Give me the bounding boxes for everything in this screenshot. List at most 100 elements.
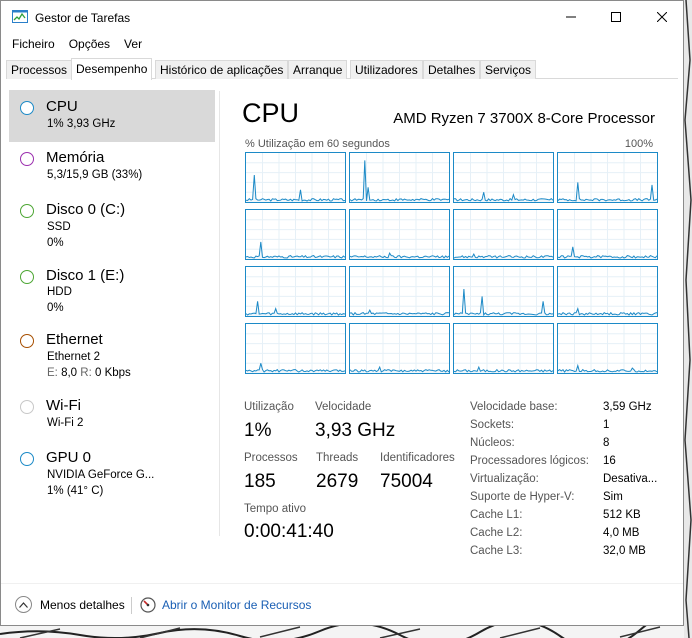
gpu-indicator-icon bbox=[20, 452, 34, 466]
sidebar-item-title: Disco 0 (C:) bbox=[46, 201, 126, 218]
sidebar-item-sub: Ethernet 2 bbox=[47, 351, 101, 363]
sidebar-item-disk1[interactable]: Disco 1 (E:) HDD 0% bbox=[9, 256, 215, 322]
resource-monitor-label: Abrir o Monitor de Recursos bbox=[162, 598, 312, 612]
sidebar-item-title: CPU bbox=[46, 98, 78, 115]
sidebar-item-sub: NVIDIA GeForce G... bbox=[47, 469, 155, 481]
tab-startup[interactable]: Arranque bbox=[288, 60, 348, 79]
menu-file[interactable]: Ficheiro bbox=[5, 34, 62, 54]
sidebar-item-sub: SSD bbox=[47, 221, 71, 233]
uptime-label: Tempo ativo bbox=[244, 503, 307, 515]
logical-processor-graph bbox=[245, 209, 346, 260]
sidebar-item-sub2: 0% bbox=[47, 302, 64, 314]
utilization-label: Utilização bbox=[244, 401, 294, 413]
sidebar-item-title: Memória bbox=[46, 149, 105, 166]
spec-label: Cache L2: bbox=[470, 527, 523, 539]
logical-processor-graph bbox=[557, 209, 658, 260]
footer-divider bbox=[1, 583, 683, 584]
spec-value: Desativa... bbox=[603, 473, 658, 485]
spec-label: Velocidade base: bbox=[470, 401, 558, 413]
spec-value: 512 KB bbox=[603, 509, 641, 521]
task-manager-window: Gestor de Tarefas Ficheiro Opções Ver Pr… bbox=[0, 0, 684, 626]
spec-label: Cache L3: bbox=[470, 545, 523, 557]
spec-label: Núcleos: bbox=[470, 437, 515, 449]
sidebar-item-memory[interactable]: Memória 5,3/15,9 GB (33%) bbox=[9, 142, 215, 192]
tab-details[interactable]: Detalhes bbox=[423, 60, 481, 79]
maximize-button[interactable] bbox=[593, 1, 639, 33]
spec-value: 4,0 MB bbox=[603, 527, 640, 539]
chevron-up-icon bbox=[15, 596, 32, 613]
minimize-button[interactable] bbox=[548, 1, 594, 33]
sidebar-item-title: Disco 1 (E:) bbox=[46, 267, 125, 284]
disk-indicator-icon bbox=[20, 204, 34, 218]
speed-value: 3,93 GHz bbox=[315, 420, 396, 441]
graph-max-label: 100% bbox=[624, 138, 653, 150]
tab-strip: Processos Desempenho Histórico de aplica… bbox=[6, 58, 678, 80]
sidebar-item-sub: Wi-Fi 2 bbox=[47, 417, 84, 429]
uptime-value: 0:00:41:40 bbox=[244, 521, 334, 542]
memory-indicator-icon bbox=[20, 152, 34, 166]
logical-processor-graph bbox=[453, 323, 554, 374]
tab-app-history[interactable]: Histórico de aplicações bbox=[155, 60, 289, 79]
sidebar-item-sub2: 0% bbox=[47, 237, 64, 249]
ethernet-indicator-icon bbox=[20, 334, 34, 348]
send-value: 8,0 bbox=[61, 367, 78, 379]
resource-monitor-link[interactable]: Abrir o Monitor de Recursos bbox=[140, 597, 311, 613]
title-bar[interactable]: Gestor de Tarefas bbox=[1, 1, 683, 33]
processes-value: 185 bbox=[244, 471, 276, 492]
sidebar-item-cpu[interactable]: CPU 1% 3,93 GHz bbox=[9, 90, 215, 142]
spec-label: Sockets: bbox=[470, 419, 515, 431]
tab-services[interactable]: Serviços bbox=[480, 60, 537, 79]
tab-performance[interactable]: Desempenho bbox=[71, 58, 153, 80]
logical-processor-graph bbox=[453, 152, 554, 203]
sidebar-item-title: Wi-Fi bbox=[46, 397, 81, 414]
logical-processor-graph bbox=[557, 266, 658, 317]
menu-view[interactable]: Ver bbox=[117, 34, 149, 54]
sidebar-item-sub2: E: 8,0 R: 0 Kbps bbox=[47, 367, 131, 379]
resource-monitor-icon bbox=[140, 597, 156, 613]
sidebar-item-sub2: 1% (41° C) bbox=[47, 485, 104, 497]
sidebar-item-sub: HDD bbox=[47, 286, 72, 298]
fewer-details-button[interactable]: Menos detalhes bbox=[15, 596, 125, 613]
disk-indicator-icon bbox=[20, 270, 34, 284]
logical-processor-graphs bbox=[245, 152, 661, 378]
spec-value: 16 bbox=[603, 455, 616, 467]
close-button[interactable] bbox=[639, 1, 685, 33]
graph-caption: % Utilização em 60 segundos bbox=[245, 138, 390, 150]
sidebar-item-wifi[interactable]: Wi-Fi Wi-Fi 2 bbox=[9, 388, 215, 440]
task-manager-icon bbox=[12, 10, 28, 23]
handles-value: 75004 bbox=[380, 471, 433, 492]
wallpaper-strip bbox=[0, 626, 692, 638]
tab-users[interactable]: Utilizadores bbox=[350, 60, 423, 79]
spec-value: 3,59 GHz bbox=[603, 401, 652, 413]
logical-processor-graph bbox=[557, 152, 658, 203]
panel-divider bbox=[219, 91, 220, 536]
spec-value: 1 bbox=[603, 419, 610, 431]
sidebar-item-sub: 5,3/15,9 GB (33%) bbox=[47, 169, 143, 181]
wifi-indicator-icon bbox=[20, 400, 34, 414]
menu-options[interactable]: Opções bbox=[62, 34, 117, 54]
sidebar-item-sub: 1% 3,93 GHz bbox=[47, 118, 116, 130]
utilization-value: 1% bbox=[244, 420, 272, 441]
footer-separator bbox=[131, 597, 132, 614]
page-title: CPU bbox=[242, 98, 300, 128]
spec-label: Cache L1: bbox=[470, 509, 523, 521]
sidebar-item-disk0[interactable]: Disco 0 (C:) SSD 0% bbox=[9, 192, 215, 256]
wallpaper-edge bbox=[684, 0, 692, 638]
logical-processor-graph bbox=[349, 323, 450, 374]
spec-label: Virtualização: bbox=[470, 473, 539, 485]
spec-label: Suporte de Hyper-V: bbox=[470, 491, 575, 503]
speed-label: Velocidade bbox=[315, 401, 372, 413]
window-title: Gestor de Tarefas bbox=[35, 11, 131, 25]
close-icon bbox=[657, 12, 667, 22]
spec-label: Processadores lógicos: bbox=[470, 455, 589, 467]
logical-processor-graph bbox=[453, 266, 554, 317]
tab-processes[interactable]: Processos bbox=[6, 60, 73, 79]
maximize-icon bbox=[611, 12, 621, 22]
logical-processor-graph bbox=[349, 266, 450, 317]
send-label: E: bbox=[47, 367, 58, 379]
sidebar-item-gpu[interactable]: GPU 0 NVIDIA GeForce G... 1% (41° C) bbox=[9, 440, 215, 506]
minimize-icon bbox=[566, 16, 576, 18]
threads-label: Threads bbox=[316, 452, 359, 464]
spec-value: Sim bbox=[603, 491, 623, 503]
sidebar-item-ethernet[interactable]: Ethernet Ethernet 2 E: 8,0 R: 0 Kbps bbox=[9, 322, 215, 388]
